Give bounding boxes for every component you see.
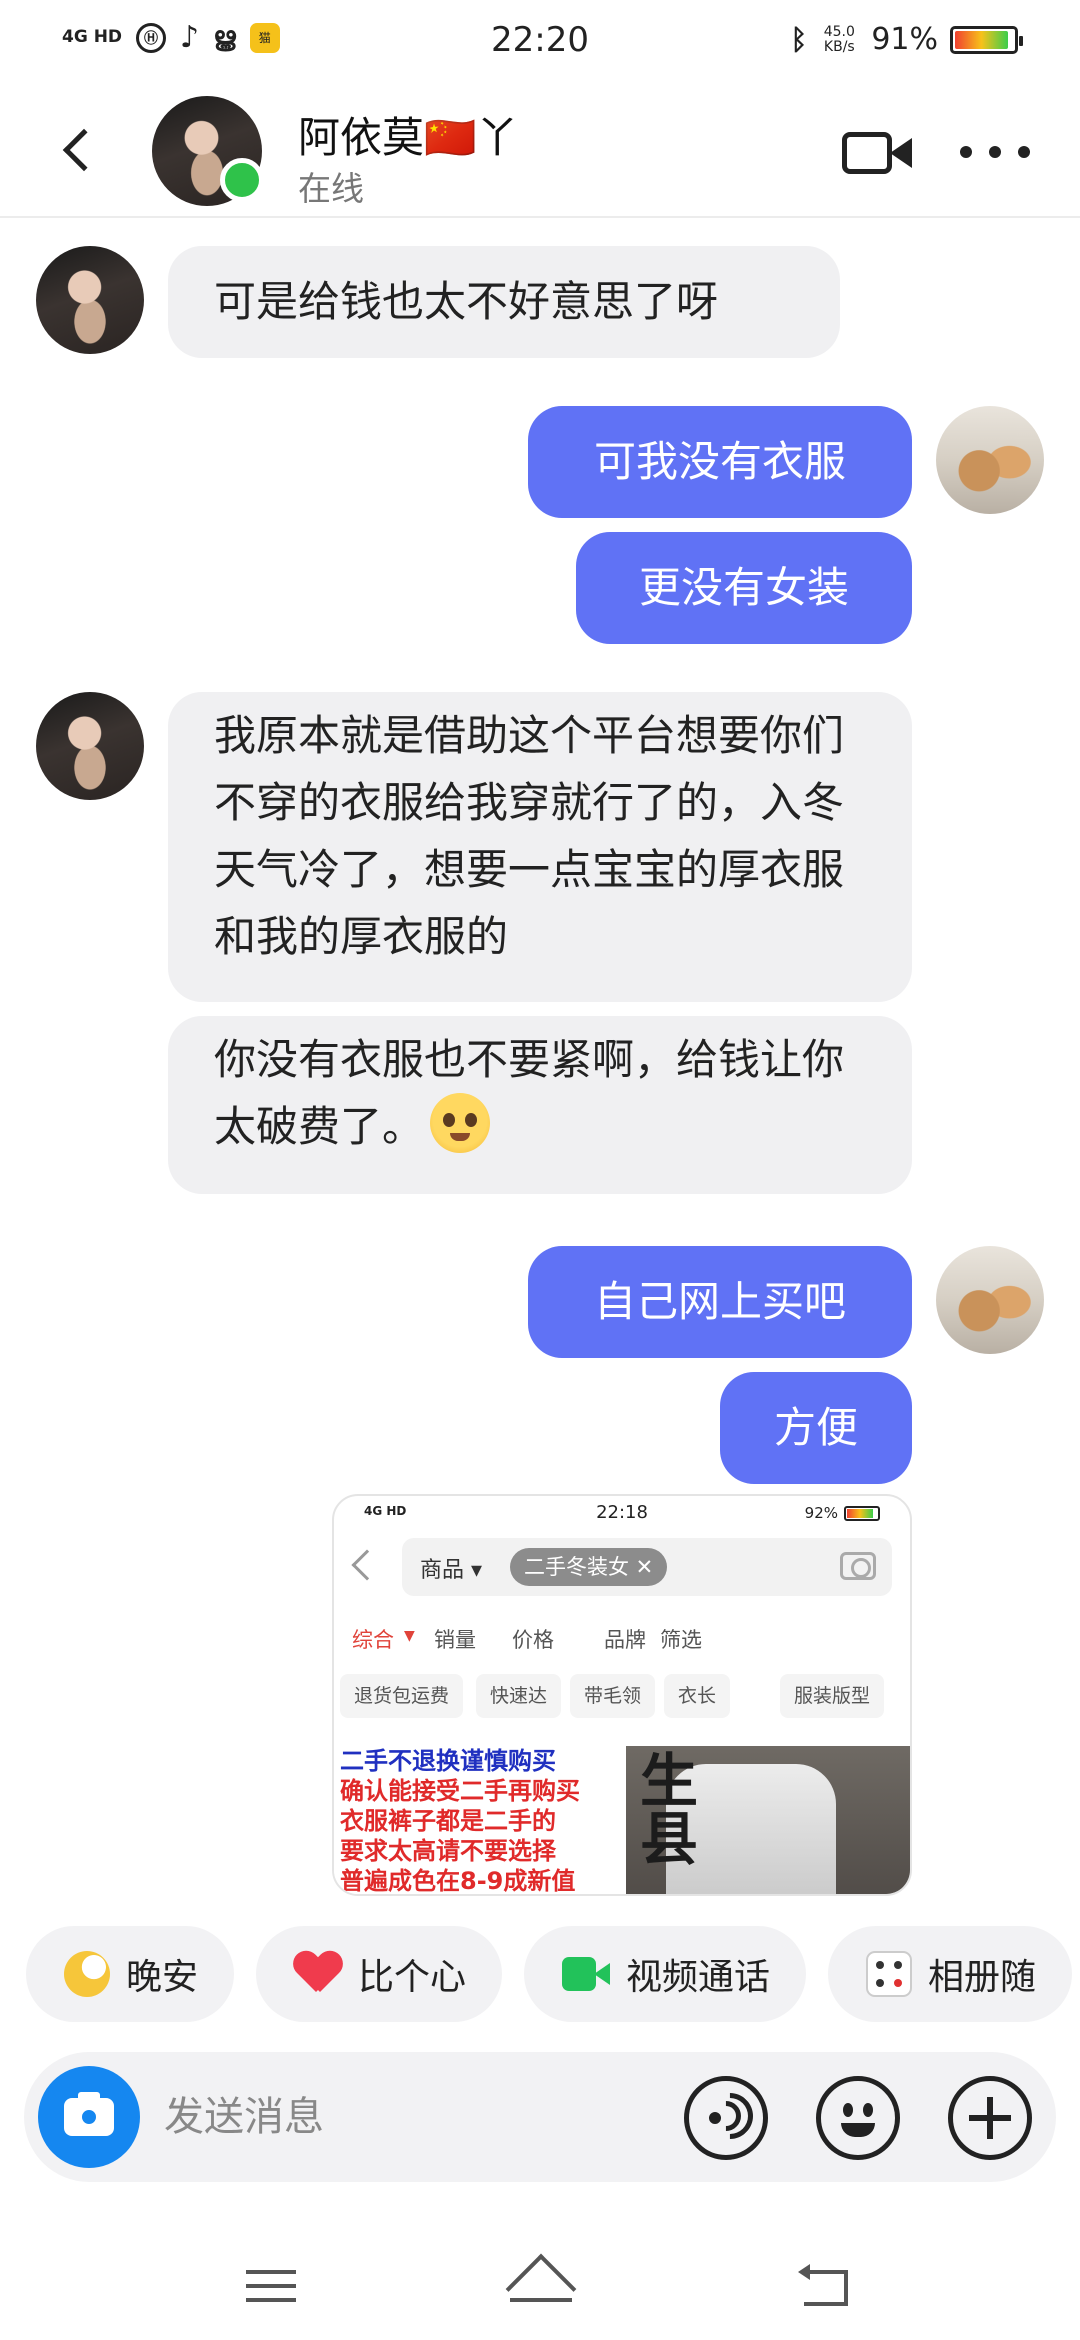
- quick-action-bar: 晚安 比个心 视频通话 相册随: [26, 1926, 1073, 2022]
- quick-action-label: 视频通话: [626, 1957, 771, 1998]
- image-text: 生县: [630, 1750, 698, 1866]
- screenshot-sort: 品牌: [604, 1628, 646, 1652]
- camera-lens-shape: [77, 2105, 101, 2129]
- plus-button[interactable]: [948, 2076, 1032, 2160]
- heart-icon: [294, 1952, 342, 1996]
- more-options-button[interactable]: [960, 142, 1030, 162]
- video-call-button[interactable]: [842, 128, 914, 178]
- screenshot-category-label: 商品: [420, 1558, 465, 1583]
- menu-nav-button[interactable]: [246, 2266, 296, 2306]
- banner-line: 普遍成色在8-9成新值: [340, 1867, 576, 1895]
- system-nav-bar: [0, 2240, 1080, 2340]
- banner-line: 要求太高请不要选择: [340, 1837, 556, 1865]
- message-bubble-outgoing[interactable]: 方便: [720, 1372, 912, 1484]
- message-bubble-incoming[interactable]: 可是给钱也太不好意思了呀: [168, 246, 840, 358]
- chat-header: 阿依莫🇨🇳丫 在线: [0, 84, 1080, 218]
- dice-icon: [866, 1951, 913, 1997]
- status-bar: 4G HD Ⓗ ♪ ൠ 猫 22:20 ᛒ 45.0 KB/s 91%: [0, 0, 1080, 84]
- dot-icon: [989, 146, 1001, 158]
- emoji-button[interactable]: [816, 2076, 900, 2160]
- screenshot-status-bar: 4G HD 22:18 92%: [334, 1496, 910, 1530]
- screenshot-sort-bar: 综合 ▼ 销量 价格 品牌 筛选: [334, 1624, 910, 1660]
- message-bubble-outgoing[interactable]: 更没有女装: [576, 532, 912, 644]
- menu-icon: [246, 2284, 296, 2288]
- network-speed: 45.0 KB/s: [823, 23, 855, 55]
- screenshot-camera-icon: [840, 1552, 876, 1580]
- message-text: 你没有衣服也不要紧啊，给钱让你太破费了。: [214, 1035, 845, 1151]
- quick-action-label: 相册随: [928, 1957, 1037, 1998]
- online-status-icon: [220, 158, 264, 202]
- video-lens-shape: [890, 138, 912, 168]
- message-bubble-outgoing[interactable]: 可我没有衣服: [528, 406, 912, 518]
- screenshot-product-image: 生县: [626, 1746, 910, 1894]
- screenshot-search-bar: 商品 ▾ 二手冬装女 ✕: [402, 1538, 892, 1596]
- screenshot-filter: 衣长: [664, 1674, 731, 1718]
- pleading-face-icon: [430, 1093, 491, 1153]
- screenshot-filter: 服装版型: [780, 1674, 885, 1718]
- menu-icon: [246, 2298, 296, 2302]
- screenshot-category: 商品 ▾: [420, 1558, 483, 1583]
- screenshot-status-right: 92%: [805, 1504, 880, 1522]
- screenshot-sort: 筛选: [660, 1628, 702, 1652]
- dot-icon: [960, 146, 972, 158]
- contact-avatar-small[interactable]: [36, 692, 144, 800]
- screenshot-filter: 退货包运费: [340, 1674, 464, 1718]
- battery-percent: 91%: [871, 22, 938, 57]
- battery-level: [955, 30, 1008, 49]
- screenshot-sort: 价格: [512, 1628, 554, 1652]
- screenshot-search-chip-label: 二手冬装女: [524, 1555, 629, 1579]
- screenshot-back-icon: [351, 1549, 383, 1581]
- quick-goodnight-button[interactable]: 晚安: [26, 1926, 235, 2022]
- shared-screenshot-message[interactable]: 4G HD 22:18 92% 商品 ▾ 二手冬装女 ✕ 综合 ▼ 销量 价格 品…: [332, 1494, 912, 1896]
- status-icons-right: ᛒ 45.0 KB/s 91%: [790, 22, 1023, 57]
- camera-button[interactable]: [38, 2066, 140, 2168]
- message-bubble-incoming[interactable]: 我原本就是借助这个平台想要你们不穿的衣服给我穿就行了的，入冬天气冷了，想要一点宝…: [168, 692, 912, 1002]
- screenshot-filter: 带毛领: [570, 1674, 656, 1718]
- contact-avatar-small[interactable]: [36, 246, 144, 354]
- quick-action-label: 比个心: [358, 1957, 467, 1998]
- presence-status: 在线: [298, 169, 364, 208]
- message-bubble-outgoing[interactable]: 自己网上买吧: [528, 1246, 912, 1358]
- home-nav-button[interactable]: [505, 2253, 577, 2325]
- dot-icon: [1018, 146, 1030, 158]
- screenshot-filter-bar: 退货包运费 快速达 带毛领 衣长 服装版型: [334, 1674, 910, 1718]
- banner-line: 二手不退换谨慎购买: [340, 1747, 556, 1775]
- home-icon-base: [510, 2298, 572, 2302]
- banner-line: 确认能接受二手再购买: [340, 1777, 580, 1805]
- moon-icon: [64, 1951, 110, 1997]
- banner-line: 衣服裤子都是二手的: [340, 1807, 556, 1835]
- screenshot-filter: 快速达: [476, 1674, 562, 1718]
- menu-icon: [246, 2270, 296, 2274]
- video-icon: [562, 1957, 611, 1991]
- screenshot-product-banner: 二手不退换谨慎购买 确认能接受二手再购买 衣服裤子都是二手的 要求太高请不要选择…: [334, 1746, 624, 1895]
- home-icon: [505, 2253, 577, 2325]
- voice-button[interactable]: [684, 2076, 768, 2160]
- bluetooth-icon: ᛒ: [790, 23, 808, 56]
- voice-wave-icon: [697, 2083, 763, 2149]
- caret-down-icon: ▼: [404, 1628, 415, 1644]
- return-icon: [804, 2270, 848, 2306]
- return-arrow-shape: [798, 2264, 810, 2280]
- message-input-bar: [24, 2052, 1056, 2182]
- back-button[interactable]: [48, 120, 108, 180]
- battery-icon: [844, 1505, 880, 1521]
- my-avatar[interactable]: [936, 406, 1044, 514]
- message-bubble-incoming[interactable]: 你没有衣服也不要紧啊，给钱让你太破费了。: [168, 1016, 912, 1194]
- chevron-left-icon: [62, 128, 106, 172]
- screenshot-search-chip: 二手冬装女 ✕: [510, 1548, 668, 1586]
- quick-action-label: 晚安: [126, 1957, 199, 1998]
- battery-icon: [950, 25, 1023, 54]
- my-avatar[interactable]: [936, 1246, 1044, 1354]
- video-camera-icon: [842, 132, 892, 174]
- quick-heart-button[interactable]: 比个心: [256, 1926, 503, 2022]
- back-nav-button[interactable]: [798, 2262, 848, 2306]
- quick-album-button[interactable]: 相册随: [828, 1926, 1073, 2022]
- message-input[interactable]: [164, 2052, 684, 2182]
- screenshot-battery-percent: 92%: [804, 1504, 838, 1522]
- screenshot-sort: 销量: [434, 1628, 476, 1652]
- screenshot-sort: 综合: [352, 1628, 394, 1652]
- quick-video-call-button[interactable]: 视频通话: [524, 1926, 807, 2022]
- contact-name[interactable]: 阿依莫🇨🇳丫: [298, 104, 518, 165]
